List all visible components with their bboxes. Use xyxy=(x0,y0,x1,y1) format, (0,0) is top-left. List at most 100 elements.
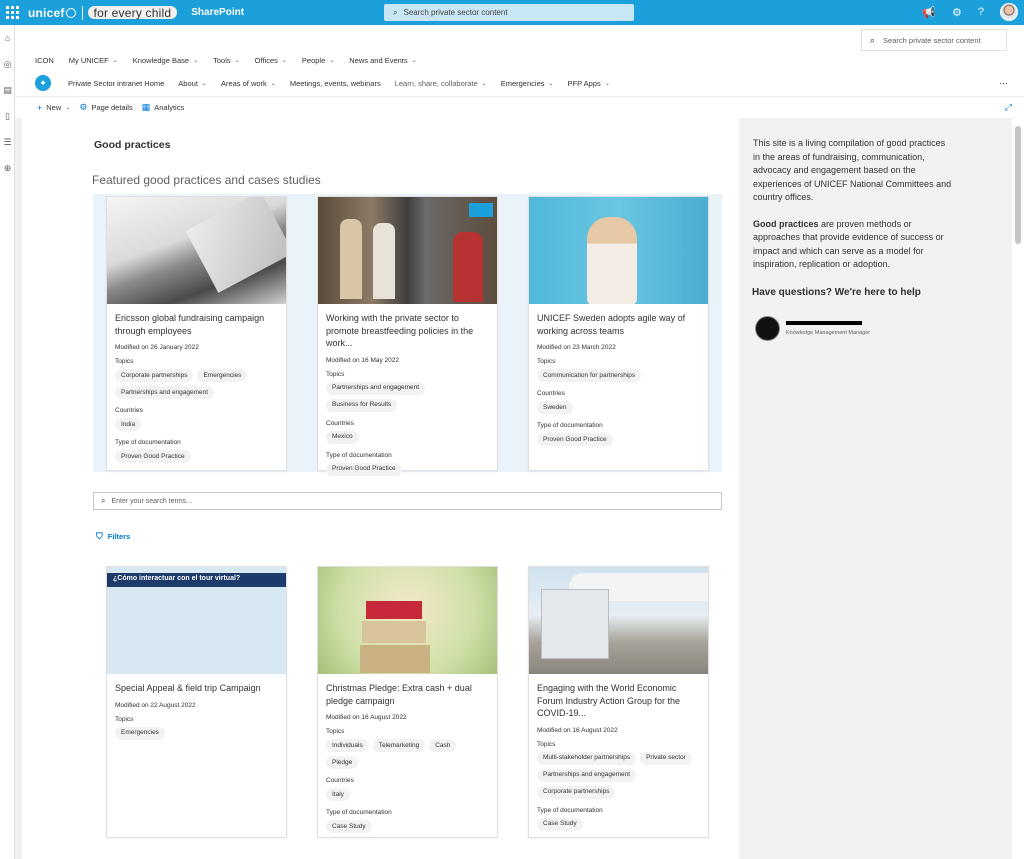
site-nav-emergencies[interactable]: Emergencies ⌄ xyxy=(501,79,554,88)
tag[interactable]: India xyxy=(115,418,142,431)
card-modified: Modified on 16 August 2022 xyxy=(537,726,618,734)
tag[interactable]: Case Study xyxy=(537,817,583,831)
expand-icon[interactable]: ⤢ xyxy=(1005,102,1012,113)
analytics-button[interactable]: ▦ Analytics xyxy=(142,102,185,113)
tag[interactable]: Emergencies xyxy=(115,726,165,740)
card-topics: Multi-stakeholder partnerships Private s… xyxy=(537,751,700,799)
tag[interactable]: Proven Good Practice xyxy=(537,433,613,446)
tag[interactable]: Communication for partnerships xyxy=(537,369,642,382)
hub-nav-news-events[interactable]: News and Events ⌄ xyxy=(349,56,416,65)
hub-nav-tools[interactable]: Tools ⌄ xyxy=(213,56,240,65)
tag[interactable]: Pledge xyxy=(326,756,359,769)
tag[interactable]: Cash xyxy=(429,739,457,752)
tag[interactable]: Business for Results xyxy=(326,398,398,412)
globe-icon[interactable]: ◎ xyxy=(0,51,15,77)
card-title[interactable]: Special Appeal & field trip Campaign xyxy=(115,682,278,695)
news-icon[interactable]: ▤ xyxy=(0,77,15,103)
card-image xyxy=(318,197,497,304)
tag[interactable]: Corporate partnerships xyxy=(537,785,616,799)
tag[interactable]: Italy xyxy=(326,788,350,801)
card-modified: Modified on 26 January 2022 xyxy=(115,344,199,351)
featured-card[interactable]: UNICEF Sweden adopts agile way of workin… xyxy=(528,196,709,471)
new-button[interactable]: + New ⌄ xyxy=(37,103,70,113)
tag[interactable]: Sweden xyxy=(537,401,573,414)
result-card[interactable]: Engaging with the World Economic Forum I… xyxy=(528,566,709,838)
site-nav-label: Learn, share, collaborate xyxy=(394,78,478,88)
tag[interactable]: Proven Good Practice xyxy=(326,462,402,476)
more-icon[interactable]: ··· xyxy=(999,78,1008,88)
site-nav-learn-share[interactable]: Learn, share, collaborate ⌄ xyxy=(395,79,487,88)
scrollbar[interactable] xyxy=(1012,118,1024,859)
site-nav-about[interactable]: About ⌄ xyxy=(178,79,207,88)
hub-nav-icon[interactable]: ICON xyxy=(35,56,54,65)
site-logo-icon[interactable]: ✦ xyxy=(35,75,51,91)
sharepoint-link[interactable]: SharePoint xyxy=(191,7,244,18)
tag[interactable]: Individuals xyxy=(326,739,369,752)
tag[interactable]: Corporate partnerships xyxy=(115,369,194,382)
card-topics-label: Topics xyxy=(537,358,556,365)
card-title[interactable]: Working with the private sector to promo… xyxy=(326,312,489,350)
featured-card[interactable]: Ericsson global fundraising campaign thr… xyxy=(106,196,287,471)
hub-nav-my-unicef[interactable]: My UNICEF ⌄ xyxy=(69,56,118,65)
result-card[interactable]: ¿Cómo interactuar con el tour virtual? S… xyxy=(106,566,287,838)
card-modified: Modified on 16 May 2022 xyxy=(326,356,399,364)
scrollbar-thumb[interactable] xyxy=(1015,126,1021,244)
app-rail: ⌂ ◎ ▤ ▯ ☰ ⊕ xyxy=(0,25,15,859)
card-title[interactable]: Christmas Pledge: Extra cash + dual pled… xyxy=(326,682,489,707)
filter-icon: ⛉ xyxy=(96,531,103,541)
site-nav-home[interactable]: Private Sector intranet Home xyxy=(68,79,164,88)
card-title[interactable]: Ericsson global fundraising campaign thr… xyxy=(115,312,278,337)
unicef-globe-icon xyxy=(65,7,76,18)
site-nav-meetings[interactable]: Meetings, events, webinars xyxy=(290,79,381,88)
megaphone-icon[interactable]: 📢 xyxy=(922,6,936,19)
user-avatar[interactable] xyxy=(1000,3,1018,21)
card-title[interactable]: UNICEF Sweden adopts agile way of workin… xyxy=(537,312,700,337)
result-card[interactable]: Christmas Pledge: Extra cash + dual pled… xyxy=(317,566,498,838)
site-nav-pfp-apps[interactable]: PFP Apps ⌄ xyxy=(568,79,610,88)
card-image xyxy=(318,567,497,674)
card-doctype-label: Type of documentation xyxy=(537,806,603,814)
contact-role: Knowledge Management Manager xyxy=(786,330,871,336)
card-modified: Modified on 23 March 2022 xyxy=(537,344,616,351)
tag[interactable]: Partnerships and engagement xyxy=(537,768,637,782)
hub-nav-label: Offices xyxy=(254,56,278,65)
contact-card[interactable]: Knowledge Management Manager xyxy=(755,316,870,341)
app-launcher-icon[interactable] xyxy=(4,5,20,21)
hub-nav-offices[interactable]: Offices ⌄ xyxy=(255,56,287,65)
hub-search-box[interactable]: ⌕ Search private sector content xyxy=(861,29,1007,51)
tag[interactable]: Emergencies xyxy=(197,369,248,382)
suite-search-box[interactable]: ⌕ Search private sector content xyxy=(384,4,634,21)
plus-icon: + xyxy=(37,102,43,113)
tag[interactable]: Telemarketing xyxy=(372,739,426,752)
tag[interactable]: Proven Good Practice xyxy=(115,450,191,463)
file-icon[interactable]: ▯ xyxy=(0,103,15,129)
gear-icon[interactable]: ⚙ xyxy=(952,6,962,19)
add-icon[interactable]: ⊕ xyxy=(0,155,15,181)
tag[interactable]: Case Study xyxy=(326,820,372,833)
filters-button[interactable]: ⛉ Filters xyxy=(96,531,130,542)
contact-avatar[interactable] xyxy=(755,316,780,341)
hub-nav-people[interactable]: People ⌄ xyxy=(302,56,334,65)
site-nav-areas-of-work[interactable]: Areas of work ⌄ xyxy=(221,79,276,88)
tag[interactable]: Private sector xyxy=(640,751,692,765)
card-topics: Partnerships and engagement Business for… xyxy=(326,381,489,412)
list-icon[interactable]: ☰ xyxy=(0,129,15,155)
home-icon[interactable]: ⌂ xyxy=(0,25,15,51)
hub-nav-label: Tools xyxy=(213,56,231,65)
chevron-down-icon: ⌄ xyxy=(65,105,71,111)
help-icon[interactable]: ? xyxy=(978,6,984,18)
brand-tagline: for every child xyxy=(87,6,178,19)
card-topics-label: Topics xyxy=(326,370,345,378)
tag[interactable]: Mexico xyxy=(326,430,359,444)
unicef-logo[interactable]: unicef for every child xyxy=(28,5,178,20)
tag[interactable]: Partnerships and engagement xyxy=(326,381,426,395)
card-title[interactable]: Engaging with the World Economic Forum I… xyxy=(537,682,700,720)
search-input[interactable]: ⌕ Enter your search terms... xyxy=(93,492,722,510)
site-nav-label: Meetings, events, webinars xyxy=(289,78,381,88)
hub-nav-knowledge-base[interactable]: Knowledge Base ⌄ xyxy=(133,56,198,65)
card-doctype: Proven Good Practice xyxy=(326,462,489,476)
tag[interactable]: Multi-stakeholder partnerships xyxy=(537,751,637,765)
tag[interactable]: Partnerships and engagement xyxy=(115,386,215,399)
featured-card[interactable]: Working with the private sector to promo… xyxy=(317,196,498,476)
page-details-button[interactable]: ⚙ Page details xyxy=(79,102,132,113)
